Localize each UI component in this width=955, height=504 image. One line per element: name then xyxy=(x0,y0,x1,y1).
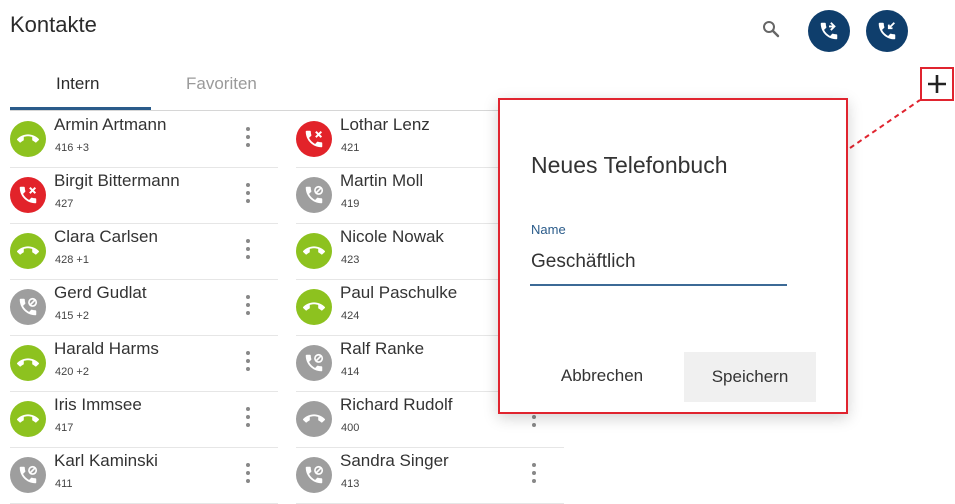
phone-available-icon[interactable] xyxy=(296,289,332,325)
contact-name: Gerd Gudlat xyxy=(54,283,147,302)
more-vert-icon[interactable] xyxy=(241,236,255,266)
contact-extension: 415 +2 xyxy=(55,310,89,322)
contact-extension: 414 xyxy=(341,366,360,378)
contact-row[interactable]: Karl Kaminski 411 xyxy=(10,448,278,504)
phone-offline-icon[interactable] xyxy=(296,457,332,493)
contact-name: Clara Carlsen xyxy=(54,227,158,246)
contact-extension: 427 xyxy=(55,198,74,210)
contact-extension: 417 xyxy=(55,422,74,434)
contact-name: Iris Immsee xyxy=(54,395,142,414)
contact-extension: 400 xyxy=(341,422,360,434)
contact-name: Martin Moll xyxy=(340,171,424,190)
tab-intern[interactable]: Intern xyxy=(56,74,99,94)
contact-extension: 421 xyxy=(341,142,360,154)
phone-callback-icon xyxy=(878,22,896,40)
tab-bar: Intern Favoriten xyxy=(10,70,500,111)
name-input[interactable] xyxy=(530,240,787,286)
search-button[interactable] xyxy=(760,18,782,40)
contact-extension: 411 xyxy=(55,478,73,490)
contact-name: Armin Artmann xyxy=(54,115,167,134)
more-vert-icon[interactable] xyxy=(241,348,255,378)
page-title: Kontakte xyxy=(10,12,97,37)
plus-icon xyxy=(928,75,946,93)
phone-forward-icon xyxy=(820,22,838,40)
contact-row[interactable]: Birgit Bittermann 427 xyxy=(10,168,278,224)
phone-busy-icon[interactable] xyxy=(10,177,46,213)
contact-name: Lothar Lenz xyxy=(340,115,430,134)
contact-extension: 423 xyxy=(341,254,360,266)
contact-name: Karl Kaminski xyxy=(54,451,158,470)
phone-available-icon[interactable] xyxy=(10,345,46,381)
contact-extension: 416 +3 xyxy=(55,142,89,154)
more-vert-icon[interactable] xyxy=(241,180,255,210)
call-back-button[interactable] xyxy=(866,10,908,52)
contact-name: Nicole Nowak xyxy=(340,227,444,246)
contact-extension: 420 +2 xyxy=(55,366,89,378)
contact-row[interactable]: Armin Artmann 416 +3 xyxy=(10,112,278,168)
contact-list-left: Armin Artmann 416 +3 Birgit Bittermann 427 C… xyxy=(10,112,278,504)
phone-offline-icon[interactable] xyxy=(10,289,46,325)
contact-row[interactable]: Iris Immsee 417 xyxy=(10,392,278,448)
phone-idle-icon[interactable] xyxy=(296,401,332,437)
contact-row[interactable]: Harald Harms 420 +2 xyxy=(10,336,278,392)
phone-available-icon[interactable] xyxy=(10,121,46,157)
new-phonebook-dialog: Neues Telefonbuch Name Abbrechen Speiche… xyxy=(498,98,848,414)
search-icon xyxy=(763,21,780,38)
phone-available-icon[interactable] xyxy=(10,233,46,269)
contact-row[interactable]: Clara Carlsen 428 +1 xyxy=(10,224,278,280)
tab-favoriten[interactable]: Favoriten xyxy=(186,74,257,94)
dialog-title: Neues Telefonbuch xyxy=(531,152,728,178)
call-forward-button[interactable] xyxy=(808,10,850,52)
add-phonebook-button[interactable] xyxy=(920,67,954,101)
more-vert-icon[interactable] xyxy=(241,292,255,322)
contact-name: Ralf Ranke xyxy=(340,339,425,358)
contact-name: Sandra Singer xyxy=(340,451,449,470)
more-vert-icon[interactable] xyxy=(241,404,255,434)
save-button[interactable]: Speichern xyxy=(684,352,816,402)
contact-name: Harald Harms xyxy=(54,339,159,358)
phone-busy-icon[interactable] xyxy=(296,121,332,157)
contact-extension: 413 xyxy=(341,478,360,490)
phone-available-icon[interactable] xyxy=(10,401,46,437)
contact-extension: 424 xyxy=(341,310,360,322)
cancel-button[interactable]: Abbrechen xyxy=(542,352,662,400)
phone-offline-icon[interactable] xyxy=(296,345,332,381)
phone-available-icon[interactable] xyxy=(296,233,332,269)
contact-row[interactable]: Gerd Gudlat 415 +2 xyxy=(10,280,278,336)
contact-name: Birgit Bittermann xyxy=(54,171,180,190)
phone-offline-icon[interactable] xyxy=(10,457,46,493)
contact-extension: 419 xyxy=(341,198,360,210)
more-vert-icon[interactable] xyxy=(241,124,255,154)
contact-extension: 428 +1 xyxy=(55,254,89,266)
name-field-label: Name xyxy=(531,222,566,237)
contact-name: Richard Rudolf xyxy=(340,395,453,414)
active-tab-indicator xyxy=(10,107,151,110)
phone-offline-icon[interactable] xyxy=(296,177,332,213)
contact-name: Paul Paschulke xyxy=(340,283,458,302)
contact-row[interactable]: Sandra Singer 413 xyxy=(296,448,564,504)
